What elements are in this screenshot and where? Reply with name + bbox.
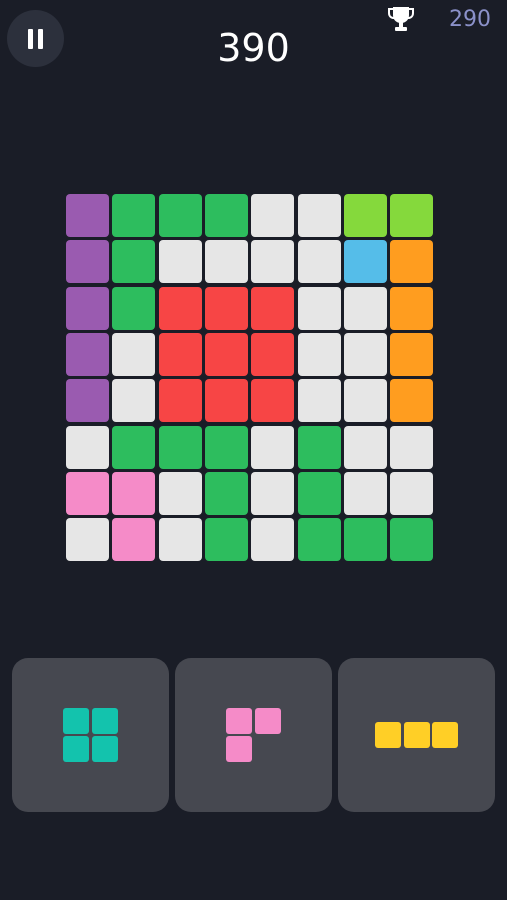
board-cell[interactable]: [112, 518, 156, 562]
board-cell[interactable]: [66, 471, 109, 515]
current-score: 390: [217, 26, 290, 70]
board-cell[interactable]: [343, 240, 387, 284]
board-cell[interactable]: [204, 286, 248, 330]
board-cell[interactable]: [158, 379, 202, 423]
board-cell[interactable]: [158, 425, 202, 469]
piece-block: [375, 722, 401, 748]
board-cell[interactable]: [297, 379, 341, 423]
board-cell[interactable]: [251, 518, 295, 562]
board-cell[interactable]: [297, 332, 341, 376]
tray-slot-1[interactable]: [12, 658, 169, 812]
board-cell[interactable]: [343, 194, 387, 237]
piece-block: [226, 707, 253, 734]
board-cell[interactable]: [66, 425, 109, 469]
board-cell[interactable]: [112, 240, 156, 284]
board-cell[interactable]: [112, 332, 156, 376]
board-cell[interactable]: [390, 194, 434, 237]
board-cell[interactable]: [251, 471, 295, 515]
piece-block: [254, 707, 281, 734]
board-cell[interactable]: [297, 518, 341, 562]
board-cell[interactable]: [343, 425, 387, 469]
board-cell[interactable]: [297, 194, 341, 237]
board-cell[interactable]: [390, 240, 434, 284]
board-cell[interactable]: [251, 240, 295, 284]
tray-slot-2[interactable]: [175, 658, 332, 812]
board-cell[interactable]: [112, 194, 156, 237]
board-cell[interactable]: [343, 518, 387, 562]
board-cell[interactable]: [66, 240, 109, 284]
board-cell[interactable]: [251, 194, 295, 237]
piece-block: [432, 722, 458, 748]
board-cell[interactable]: [251, 425, 295, 469]
board-cell[interactable]: [66, 286, 109, 330]
piece-block: [91, 707, 118, 734]
piece-block: [63, 736, 90, 763]
board-cell[interactable]: [343, 332, 387, 376]
board-cell[interactable]: [66, 379, 109, 423]
board-cell[interactable]: [158, 240, 202, 284]
board-cell[interactable]: [251, 379, 295, 423]
board-cell[interactable]: [390, 425, 434, 469]
piece-corner-3[interactable]: [226, 707, 281, 763]
tray-slot-3[interactable]: [338, 658, 495, 812]
board-cell[interactable]: [158, 471, 202, 515]
board-cell[interactable]: [204, 425, 248, 469]
piece-line-3[interactable]: [375, 722, 458, 748]
board-cell[interactable]: [204, 332, 248, 376]
board-cell[interactable]: [66, 332, 109, 376]
board-cell[interactable]: [297, 240, 341, 284]
board-cell[interactable]: [112, 379, 156, 423]
board-cell[interactable]: [204, 194, 248, 237]
board-cell[interactable]: [390, 379, 434, 423]
board-cell[interactable]: [390, 332, 434, 376]
board-cell[interactable]: [390, 286, 434, 330]
board-cell[interactable]: [204, 379, 248, 423]
board-cell[interactable]: [112, 425, 156, 469]
board-cell[interactable]: [158, 286, 202, 330]
board-cell[interactable]: [66, 518, 109, 562]
board-cell[interactable]: [297, 286, 341, 330]
trophy-icon: [388, 7, 414, 31]
board-cell[interactable]: [390, 518, 434, 562]
best-score: 290: [449, 7, 491, 32]
board-cell[interactable]: [204, 240, 248, 284]
piece-square-2x2[interactable]: [63, 707, 118, 763]
board-cell[interactable]: [66, 194, 109, 237]
game-board[interactable]: [66, 194, 440, 564]
board-cell[interactable]: [251, 332, 295, 376]
piece-block: [63, 707, 90, 734]
board-cell[interactable]: [158, 518, 202, 562]
piece-block: [226, 736, 253, 763]
piece-block: [403, 722, 430, 748]
board-cell[interactable]: [158, 194, 202, 237]
board-cell[interactable]: [158, 332, 202, 376]
board-cell[interactable]: [204, 518, 248, 562]
board-cell[interactable]: [112, 286, 156, 330]
piece-block: [91, 736, 118, 763]
board-cell[interactable]: [204, 471, 248, 515]
board-cell[interactable]: [251, 286, 295, 330]
board-cell[interactable]: [343, 471, 387, 515]
board-cell[interactable]: [297, 471, 341, 515]
board-cell[interactable]: [343, 286, 387, 330]
board-cell[interactable]: [112, 471, 156, 515]
board-cell[interactable]: [390, 471, 434, 515]
board-cell[interactable]: [297, 425, 341, 469]
board-cell[interactable]: [343, 379, 387, 423]
